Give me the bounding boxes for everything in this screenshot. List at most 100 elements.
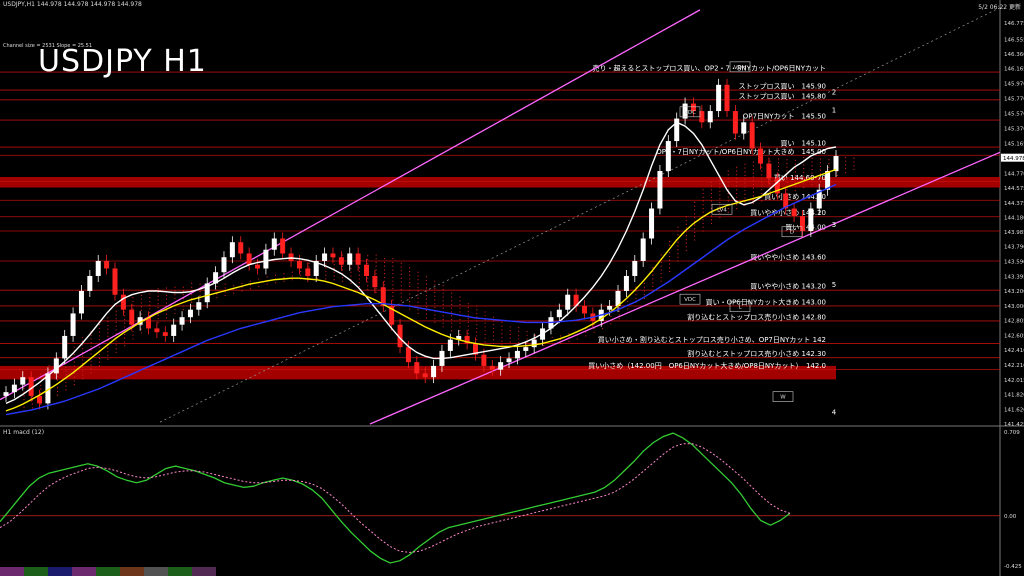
candle-body (447, 339, 453, 351)
pattern-box-label: D (790, 230, 794, 236)
cloud-dot (165, 298, 168, 300)
cloud-dot (744, 167, 746, 169)
candle-body (766, 163, 772, 179)
cloud-dot (702, 219, 704, 221)
cloud-dot (719, 186, 721, 189)
cloud-dot (509, 326, 511, 328)
cloud-dot (82, 359, 84, 361)
candles (3, 78, 839, 410)
cloud-dot (769, 160, 771, 162)
cloud-dot (149, 293, 151, 295)
cloud-dot (182, 290, 184, 292)
cloud-dot (409, 267, 411, 269)
cloud-dot (727, 181, 729, 183)
candle-body (288, 253, 294, 261)
cloud-dot (643, 294, 646, 296)
cloud-dot (450, 300, 453, 302)
cloud-dot (182, 294, 184, 296)
cloud-dot (752, 187, 754, 189)
pattern-box-label: W (780, 395, 786, 401)
cloud-dot (132, 300, 134, 303)
cloud-dot (794, 174, 796, 177)
cloud-dot (140, 324, 142, 327)
cloud-dot (744, 163, 746, 165)
cloud-dot (677, 252, 679, 255)
cloud-dot (90, 368, 92, 370)
cloud-dot (291, 271, 293, 273)
cloud-dot (82, 370, 84, 372)
cloud-dot (668, 240, 671, 243)
candle-body (70, 313, 76, 336)
cloud-dot (425, 283, 428, 285)
cloud-dot (677, 226, 679, 228)
cloud-dot (409, 278, 411, 280)
cloud-dot (98, 331, 101, 333)
cloud-dot (341, 265, 344, 267)
cloud-dot (744, 171, 746, 173)
cloud-dot (73, 365, 75, 367)
cloud-dot (761, 181, 763, 183)
cloud-dot (635, 294, 637, 296)
cloud-dot (409, 297, 411, 299)
cloud-dot (744, 178, 746, 180)
cloud-dot (727, 196, 729, 198)
cloud-dot (400, 270, 402, 272)
cloud-dot (325, 278, 327, 280)
cloud-dot (409, 300, 411, 303)
cloud-dot (467, 310, 469, 312)
cloud-dot (392, 280, 394, 282)
cloud-dot (23, 387, 25, 389)
cloud-dot (777, 195, 780, 198)
cloud-dot (107, 336, 109, 338)
cloud-dot (786, 181, 788, 183)
level-annotation: 買いやや小さめ 143.20 (750, 282, 826, 291)
cloud-dot (727, 170, 729, 172)
cloud-dot (652, 278, 654, 280)
cloud-dot (82, 374, 84, 376)
cloud-dot (702, 189, 704, 191)
cloud-dot (467, 321, 469, 324)
cloud-dot (341, 276, 344, 279)
cloud-dot (350, 282, 352, 285)
cloud-dot (409, 282, 411, 284)
price-tick-label: 141.820 (1004, 392, 1024, 398)
cloud-dot (191, 286, 193, 288)
symbol-header: USDJPY,H1 144.978 144.978 144.978 144.97… (3, 1, 142, 8)
cloud-dot (174, 312, 176, 315)
cloud-dot (82, 378, 84, 380)
chart-window: 売り・超えるとストップロス買い、OP2・7・8NYカット/OP6日NYカット スト… (0, 0, 1024, 576)
cloud-dot (325, 263, 327, 265)
cloud-dot (509, 341, 511, 343)
candle-body (238, 242, 244, 254)
cloud-dot (140, 328, 142, 330)
cloud-dot (618, 306, 620, 309)
cloud-dot (140, 306, 142, 308)
candle-body (246, 253, 252, 265)
cloud-dot (811, 165, 813, 167)
cloud-dot (65, 389, 67, 391)
cloud-dot (316, 277, 319, 279)
cloud-dot (107, 358, 109, 360)
candle-body (62, 335, 68, 359)
cloud-dot (107, 347, 109, 349)
cloud-dot (450, 303, 453, 306)
candle-body (749, 122, 755, 149)
cloud-dot (199, 291, 201, 293)
candle-body (657, 171, 663, 209)
cloud-dot (845, 168, 847, 170)
cloud-dot (375, 265, 377, 267)
cloud-dot (90, 360, 92, 363)
cloud-dot (157, 288, 159, 290)
cloud-dot (660, 276, 662, 279)
cloud-dot (149, 304, 151, 306)
cloud-dot (719, 201, 721, 204)
cloud-dot (392, 288, 394, 290)
cloud-dot (694, 201, 696, 204)
candle-body (179, 317, 185, 325)
cloud-dot (73, 369, 75, 371)
candle-body (229, 242, 235, 258)
cloud-dot (434, 318, 436, 320)
wave-label: 4 (832, 409, 837, 417)
cloud-dot (442, 326, 444, 328)
cloud-dot (182, 305, 184, 307)
